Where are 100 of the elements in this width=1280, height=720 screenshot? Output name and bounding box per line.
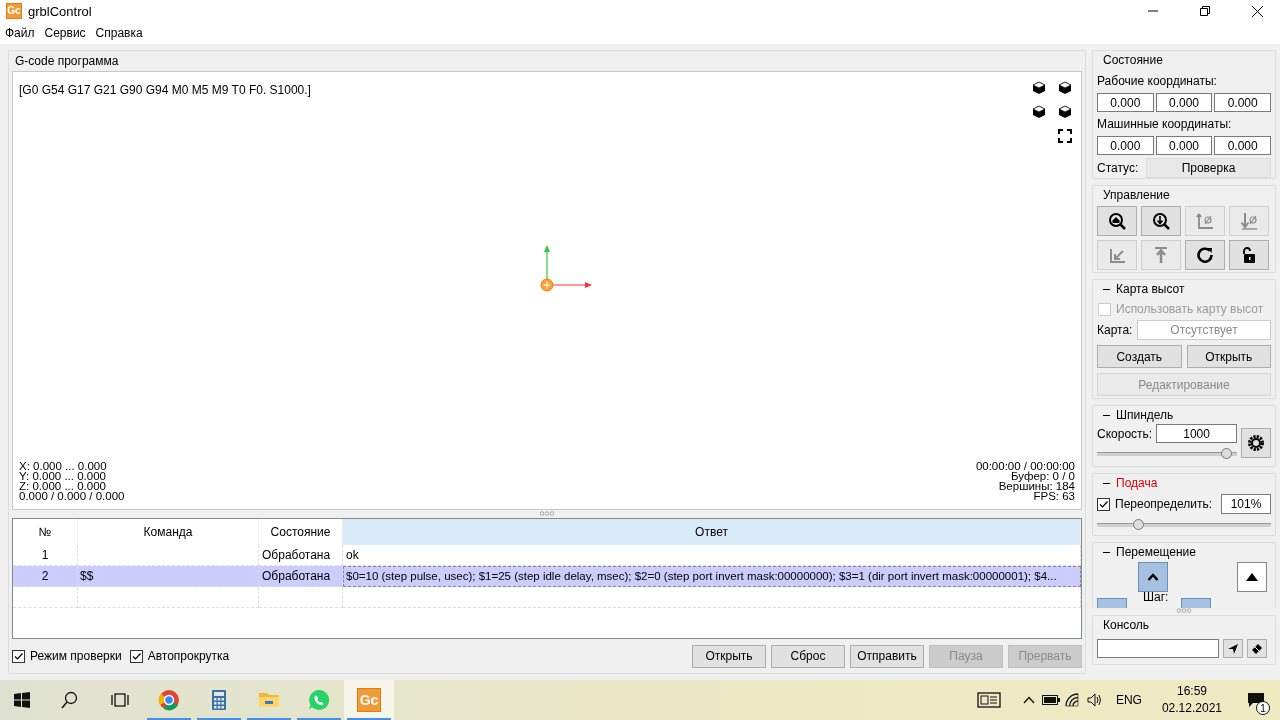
chevron-up-icon bbox=[1147, 573, 1159, 581]
probe-button[interactable] bbox=[1141, 206, 1181, 236]
chat-icon bbox=[307, 688, 331, 712]
triangle-up-icon bbox=[1246, 573, 1258, 581]
eraser-icon bbox=[1252, 643, 1262, 654]
menu-item[interactable]: Справка bbox=[95, 26, 143, 40]
splitter-grip-icon[interactable] bbox=[539, 511, 555, 517]
table-cell: 1 bbox=[13, 544, 78, 566]
language-indicator[interactable]: ENG bbox=[1105, 680, 1152, 720]
clear-button[interactable] bbox=[1247, 639, 1267, 658]
news-icon bbox=[976, 692, 1001, 708]
magnifier-house-icon bbox=[1108, 212, 1126, 230]
battery-icon bbox=[1041, 695, 1060, 705]
checkbox-label: Переопределить: bbox=[1115, 497, 1212, 511]
search-icon bbox=[61, 691, 79, 709]
check-icon bbox=[1098, 498, 1109, 510]
field-label: Статус: bbox=[1097, 160, 1140, 177]
stats-text: Буфер: 0 / 0 bbox=[1011, 470, 1075, 481]
reset-button[interactable] bbox=[1185, 240, 1225, 270]
group-title: Шпиндель bbox=[1116, 408, 1174, 422]
gear-icon bbox=[1247, 434, 1265, 452]
action-button[interactable]: Отправить bbox=[850, 644, 924, 668]
task-view-icon bbox=[111, 691, 129, 709]
fullscreen-icon[interactable] bbox=[1057, 127, 1073, 144]
corner-zero-icon bbox=[1196, 212, 1214, 230]
field-label: Скорость: bbox=[1097, 425, 1153, 443]
send-button[interactable] bbox=[1223, 639, 1243, 658]
clock-time: 16:59 bbox=[1176, 683, 1207, 700]
field-label: Карта: bbox=[1097, 322, 1133, 339]
cube-view-icon[interactable] bbox=[1031, 79, 1047, 96]
notification-button[interactable]: 1 bbox=[1232, 680, 1280, 720]
coordinate-field: 0.000 bbox=[1097, 136, 1154, 155]
heightmap-button[interactable]: Открыть bbox=[1186, 345, 1271, 368]
arrow-up-bar-icon bbox=[1152, 246, 1170, 264]
action-button[interactable]: Открыть bbox=[692, 644, 766, 668]
checkbox[interactable] bbox=[1097, 497, 1110, 511]
checkbox-label: Режим проверки bbox=[30, 649, 122, 664]
field-label: Рабочие координаты: bbox=[1097, 73, 1218, 90]
coordinate-field: 0.000 bbox=[1214, 93, 1271, 112]
chevron-up-icon bbox=[1022, 696, 1035, 704]
unlock-button[interactable] bbox=[1229, 240, 1269, 270]
modal-state-text: [G0 G54 G17 G21 G90 G94 M0 M5 M9 T0 F0. S1000.] bbox=[19, 82, 311, 97]
unlock-icon bbox=[1240, 246, 1258, 264]
column-header[interactable]: Ответ bbox=[343, 518, 1081, 545]
slider-thumb[interactable] bbox=[1132, 519, 1144, 530]
clock[interactable]: 16:59 02.12.2021 bbox=[1151, 683, 1232, 717]
splitter-grip-icon[interactable] bbox=[1176, 608, 1192, 613]
restore-icon bbox=[1200, 6, 1210, 16]
check-icon bbox=[130, 650, 142, 662]
cube-view-icon[interactable] bbox=[1031, 103, 1047, 120]
reset-icon bbox=[1196, 246, 1214, 264]
group-title: Состояние bbox=[1103, 53, 1163, 67]
field-label: Машинные координаты: bbox=[1097, 116, 1233, 133]
status-indicator: Проверка bbox=[1146, 158, 1271, 178]
table-cell: 2 bbox=[13, 565, 78, 587]
browser-icon bbox=[157, 688, 181, 712]
menu-item[interactable]: Сервис bbox=[44, 26, 86, 40]
bounds-text: 0.000 / 0.000 / 0.000 bbox=[19, 490, 125, 501]
console-input[interactable] bbox=[1097, 639, 1219, 658]
app-logo: Gc bbox=[6, 3, 22, 19]
table-cell: Обработана bbox=[259, 544, 343, 566]
clock-date: 02.12.2021 bbox=[1161, 700, 1222, 717]
group-title: Подача bbox=[1116, 476, 1158, 490]
send-icon bbox=[1228, 643, 1238, 654]
coordinate-field: 0.000 bbox=[1214, 136, 1271, 155]
coordinate-field: 0.000 bbox=[1097, 93, 1154, 112]
action-button[interactable]: Сброс bbox=[771, 644, 845, 668]
slider-thumb[interactable] bbox=[1220, 448, 1232, 459]
z-up-button[interactable] bbox=[1237, 562, 1267, 592]
cube-view-icon[interactable] bbox=[1057, 79, 1073, 96]
table-cell: Обработана bbox=[259, 565, 343, 587]
windows-icon bbox=[14, 692, 30, 708]
home-button[interactable] bbox=[1097, 206, 1137, 236]
group-title: Управление bbox=[1103, 188, 1170, 202]
checkbox-label: Автопрокрутка bbox=[147, 649, 230, 664]
table-cell bbox=[13, 586, 78, 608]
cube-view-icon[interactable] bbox=[1057, 103, 1073, 120]
coordinate-field: 0.000 bbox=[1155, 93, 1213, 112]
checkbox[interactable] bbox=[12, 649, 25, 663]
field-label: Шаг: bbox=[1143, 590, 1169, 604]
jog-up-button[interactable] bbox=[1138, 562, 1168, 592]
speaker-icon bbox=[1086, 693, 1103, 707]
feed-field[interactable]: 101% bbox=[1221, 494, 1271, 514]
coordinate-field: 0.000 bbox=[1155, 136, 1213, 155]
close-icon bbox=[1251, 5, 1263, 17]
menu-item[interactable]: Файл bbox=[5, 26, 35, 40]
table-cell: $$ bbox=[78, 565, 259, 587]
group-title: Карта высот bbox=[1116, 282, 1185, 296]
group-title: Консоль bbox=[1103, 618, 1150, 632]
speed-field[interactable]: 1000 bbox=[1156, 424, 1237, 443]
heightmap-field: Отсутствует bbox=[1137, 320, 1271, 340]
gcode-viewer[interactable]: [G0 G54 G17 G21 G90 G94 M0 M5 M9 T0 F0. S1000.] X: 0.000 ... 0.000 Y: 0.000 ... 0.000 Z: 0.000 ... 0.000 0.000 / 0.000 / 0.000 00:00:00 / 00:00:00 Буфер: 0 / 0 Вершины: 184 FPS: 63 bbox=[12, 70, 1082, 510]
heightmap-button[interactable]: Создать bbox=[1097, 345, 1182, 368]
bounds-text: Z: 0.000 ... 0.000 bbox=[19, 480, 107, 491]
spindle-button[interactable] bbox=[1241, 428, 1271, 458]
checkbox[interactable] bbox=[129, 649, 143, 663]
app-logo: Gc bbox=[357, 688, 381, 712]
bounds-text: Y: 0.000 ... 0.000 bbox=[19, 470, 107, 481]
wifi-icon bbox=[1064, 693, 1081, 707]
corner-arrow-icon bbox=[1108, 246, 1126, 264]
